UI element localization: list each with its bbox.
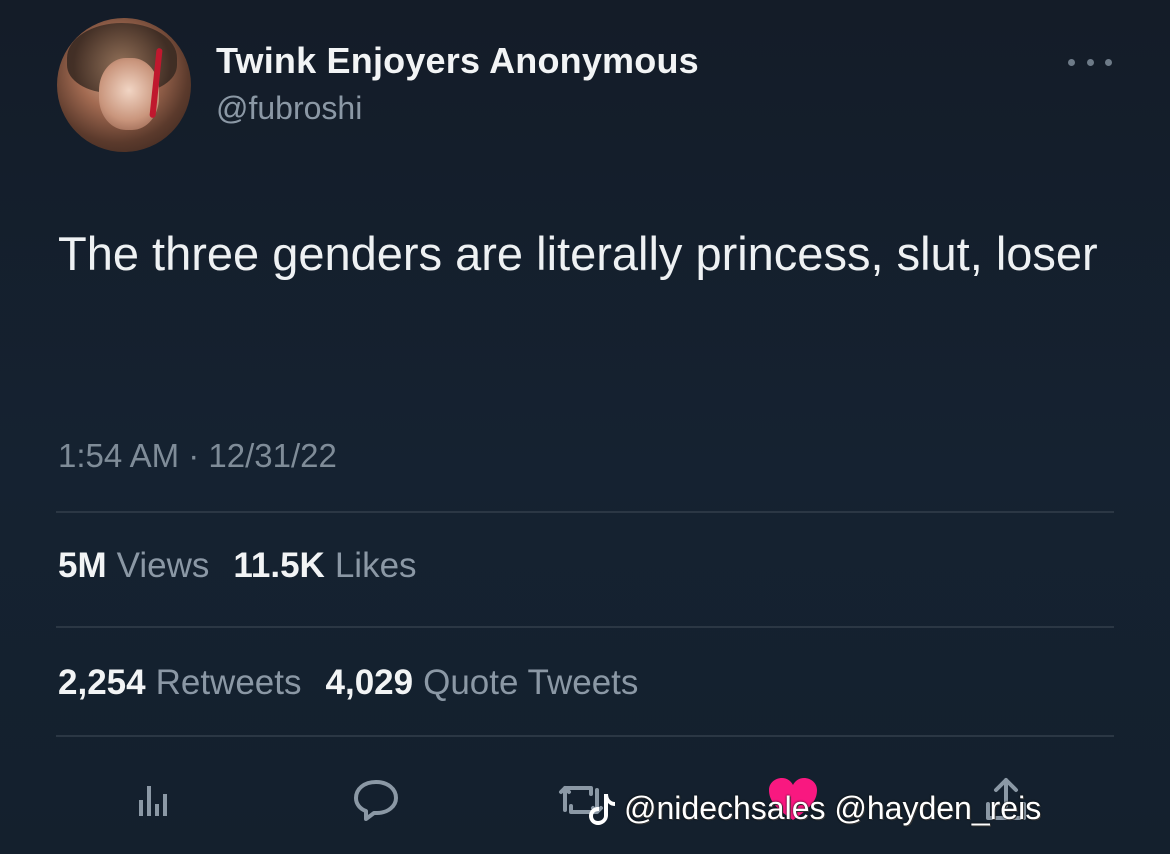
watermark-text: @nidechsales @hayden_reis [624, 790, 1042, 826]
stats-row-views-likes: 5M Views 11.5K Likes [58, 546, 441, 586]
quotes-label: Quote Tweets [423, 663, 639, 702]
tweet-detail-view: Twink Enjoyers Anonymous @fubroshi The t… [0, 0, 1170, 854]
tiktok-watermark: @nidechsales @hayden_reis [588, 790, 1041, 827]
likes-label: Likes [334, 546, 417, 585]
likes-stat[interactable]: 11.5K Likes [233, 546, 416, 586]
quotes-stat[interactable]: 4,029 Quote Tweets [326, 663, 639, 703]
views-label: Views [116, 546, 210, 585]
analytics-icon [139, 786, 167, 816]
likes-count: 11.5K [233, 546, 325, 585]
stats-row-retweets-quotes: 2,254 Retweets 4,029 Quote Tweets [58, 663, 662, 703]
more-dot [1068, 58, 1075, 66]
quotes-count: 4,029 [325, 663, 414, 702]
tweet-text: The three genders are literally princess… [58, 227, 1098, 280]
more-options-icon[interactable] [1068, 52, 1112, 72]
retweets-label: Retweets [155, 663, 302, 702]
author-display-name[interactable]: Twink Enjoyers Anonymous [216, 40, 699, 82]
divider [56, 511, 1114, 513]
more-dot [1105, 58, 1112, 66]
retweets-stat[interactable]: 2,254 Retweets [58, 663, 302, 703]
reply-button[interactable] [348, 772, 404, 828]
retweets-count: 2,254 [58, 663, 146, 702]
analytics-button[interactable] [125, 772, 181, 828]
tweet-timestamp[interactable]: 1:54 AM · 12/31/22 [58, 437, 337, 475]
author-handle[interactable]: @fubroshi [216, 90, 362, 127]
divider [56, 735, 1114, 737]
views-stat[interactable]: 5M Views [58, 546, 209, 586]
views-count: 5M [58, 546, 107, 585]
avatar-face [99, 58, 159, 130]
divider [56, 626, 1114, 628]
author-avatar[interactable] [57, 18, 191, 152]
more-dot [1086, 58, 1094, 66]
reply-icon [354, 780, 398, 821]
tiktok-icon [589, 793, 615, 825]
